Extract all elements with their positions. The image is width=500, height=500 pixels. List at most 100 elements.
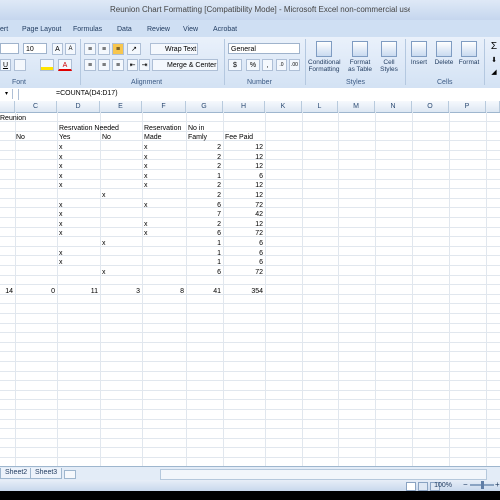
cell-e[interactable]: x: [102, 268, 106, 277]
align-right-icon[interactable]: ≡: [112, 59, 124, 71]
worksheet-grid[interactable]: C D E F G H K L M N O P Reunion Resrvati…: [0, 101, 500, 466]
zoom-out-icon[interactable]: −: [463, 480, 468, 489]
delete-button[interactable]: Delete: [431, 39, 457, 77]
cell-d[interactable]: x: [59, 143, 63, 152]
cell-f[interactable]: x: [144, 143, 148, 152]
grow-font-icon[interactable]: A: [52, 43, 63, 55]
cell-h[interactable]: 6: [223, 258, 263, 267]
underline-button[interactable]: U: [0, 59, 11, 71]
column-header-d[interactable]: D: [57, 101, 100, 112]
insert-button[interactable]: Insert: [406, 39, 432, 77]
column-header-l[interactable]: L: [302, 101, 338, 112]
cell-h[interactable]: 42: [223, 210, 263, 219]
column-header-b[interactable]: [0, 101, 15, 112]
column-header-m[interactable]: M: [338, 101, 375, 112]
cell-f[interactable]: x: [144, 162, 148, 171]
formula-input[interactable]: =COUNTA(D4:D17): [56, 90, 118, 97]
column-header-h[interactable]: H: [223, 101, 265, 112]
align-center-icon[interactable]: ≡: [98, 59, 110, 71]
column-header-f[interactable]: F: [142, 101, 186, 112]
cell-h[interactable]: 6: [223, 239, 263, 248]
cell-f[interactable]: x: [144, 229, 148, 238]
format-button[interactable]: Format: [456, 39, 482, 77]
cell-g[interactable]: 2: [186, 162, 221, 171]
orientation-icon[interactable]: ↗: [127, 43, 141, 55]
tab-formulas[interactable]: Formulas: [73, 26, 102, 33]
zoom-level[interactable]: 100%: [434, 482, 452, 489]
cell-g[interactable]: 7: [186, 210, 221, 219]
tab-review[interactable]: Review: [147, 26, 170, 33]
cell-h[interactable]: 72: [223, 268, 263, 277]
cell-g[interactable]: 6: [186, 201, 221, 210]
cell-d[interactable]: x: [59, 201, 63, 210]
tab-data[interactable]: Data: [117, 26, 132, 33]
page-layout-view-icon[interactable]: [418, 482, 428, 491]
font-name-box[interactable]: [0, 43, 19, 54]
cell-g[interactable]: 1: [186, 249, 221, 258]
zoom-slider-handle[interactable]: [481, 481, 484, 489]
cell-d[interactable]: x: [59, 258, 63, 267]
borders-button[interactable]: [14, 59, 26, 71]
cell-h[interactable]: 72: [223, 201, 263, 210]
font-size-box[interactable]: 10: [23, 43, 47, 54]
column-header-o[interactable]: O: [412, 101, 449, 112]
increase-indent-icon[interactable]: ⇥: [139, 59, 150, 71]
align-bottom-icon[interactable]: ≡: [112, 43, 124, 55]
clear-icon[interactable]: ◢: [488, 67, 500, 79]
column-header-k[interactable]: K: [265, 101, 302, 112]
cell-g[interactable]: 2: [186, 153, 221, 162]
cell-g[interactable]: 2: [186, 143, 221, 152]
cell-h[interactable]: 6: [223, 249, 263, 258]
horizontal-scrollbar[interactable]: [160, 469, 487, 480]
align-top-icon[interactable]: ≡: [84, 43, 96, 55]
tab-page-layout[interactable]: Page Layout: [22, 26, 61, 33]
comma-icon[interactable]: ,: [262, 59, 273, 71]
fill-color-icon[interactable]: [40, 59, 54, 71]
cell-f[interactable]: x: [144, 181, 148, 190]
cell-f[interactable]: x: [144, 220, 148, 229]
cell-h[interactable]: 12: [223, 220, 263, 229]
column-header-n[interactable]: N: [375, 101, 412, 112]
cell-g[interactable]: 1: [186, 239, 221, 248]
cell-d[interactable]: x: [59, 172, 63, 181]
cell-styles-button[interactable]: Cell Styles: [373, 39, 405, 77]
cell-d[interactable]: x: [59, 220, 63, 229]
increase-decimal-icon[interactable]: .0: [276, 59, 287, 71]
cell-f[interactable]: x: [144, 172, 148, 181]
cell-h[interactable]: 12: [223, 181, 263, 190]
cell-e[interactable]: x: [102, 239, 106, 248]
cell-h[interactable]: 6: [223, 172, 263, 181]
cell-g[interactable]: 2: [186, 191, 221, 200]
shrink-font-icon[interactable]: A: [65, 43, 76, 55]
currency-icon[interactable]: $: [228, 59, 242, 71]
fill-icon[interactable]: ⬇: [488, 55, 500, 67]
merge-center-button[interactable]: Merge & Center: [152, 59, 218, 71]
cell-g[interactable]: 1: [186, 258, 221, 267]
cell-g[interactable]: 2: [186, 220, 221, 229]
tab-acrobat[interactable]: Acrobat: [213, 26, 237, 33]
name-box-dropdown-icon[interactable]: ▾: [5, 90, 8, 97]
font-color-icon[interactable]: A: [58, 59, 72, 71]
align-left-icon[interactable]: ≡: [84, 59, 96, 71]
column-header-e[interactable]: E: [100, 101, 142, 112]
cell-d[interactable]: x: [59, 153, 63, 162]
column-header-c[interactable]: C: [15, 101, 57, 112]
tab-insert[interactable]: ert: [0, 26, 8, 33]
tab-view[interactable]: View: [183, 26, 198, 33]
number-format-select[interactable]: General: [228, 43, 300, 54]
cell-d[interactable]: x: [59, 181, 63, 190]
cell-h[interactable]: 72: [223, 229, 263, 238]
sum-icon[interactable]: Σ: [488, 41, 500, 53]
cell-d[interactable]: x: [59, 249, 63, 258]
cell-g[interactable]: 1: [186, 172, 221, 181]
normal-view-icon[interactable]: [406, 482, 416, 491]
conditional-formatting-button[interactable]: Conditional Formatting: [308, 39, 341, 77]
cell-h[interactable]: 12: [223, 143, 263, 152]
cell-f[interactable]: x: [144, 201, 148, 210]
percent-icon[interactable]: %: [246, 59, 260, 71]
cell-h[interactable]: 12: [223, 191, 263, 200]
cell-d[interactable]: x: [59, 210, 63, 219]
insert-sheet-icon[interactable]: [64, 470, 76, 479]
cell-f[interactable]: x: [144, 153, 148, 162]
decrease-decimal-icon[interactable]: .00: [289, 59, 300, 71]
